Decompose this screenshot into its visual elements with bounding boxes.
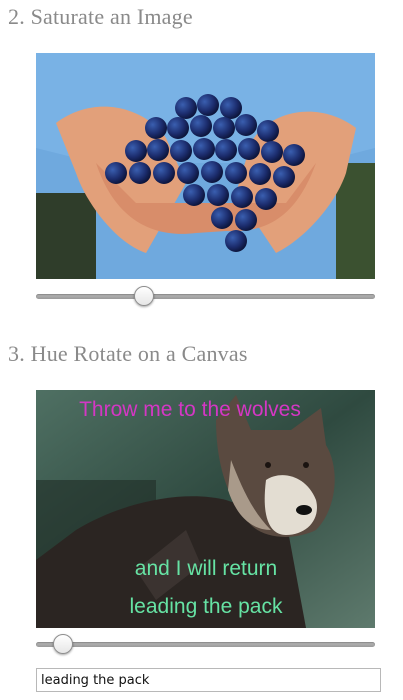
slider-thumb[interactable] (53, 634, 74, 654)
hue-rotate-slider[interactable] (36, 634, 375, 654)
section-title-saturate: 2. Saturate an Image (8, 4, 193, 29)
saturation-slider[interactable] (36, 286, 375, 306)
bottom-caption-line2: leading the pack (130, 595, 283, 618)
grapes-photo (36, 53, 375, 279)
wolf-canvas: Throw me to the wolves and I will return… (36, 390, 375, 628)
slider-track[interactable] (36, 294, 375, 299)
bottom-caption-line1: and I will return (135, 557, 277, 580)
section-title-hue-rotate: 3. Hue Rotate on a Canvas (8, 341, 248, 366)
slider-thumb[interactable] (134, 286, 155, 306)
wolf-photo: Throw me to the wolves and I will return… (36, 390, 375, 628)
grapes-image (36, 53, 375, 279)
slider-track[interactable] (36, 642, 375, 647)
top-caption-text: Throw me to the wolves (79, 398, 301, 421)
caption-text-input[interactable] (36, 668, 381, 692)
